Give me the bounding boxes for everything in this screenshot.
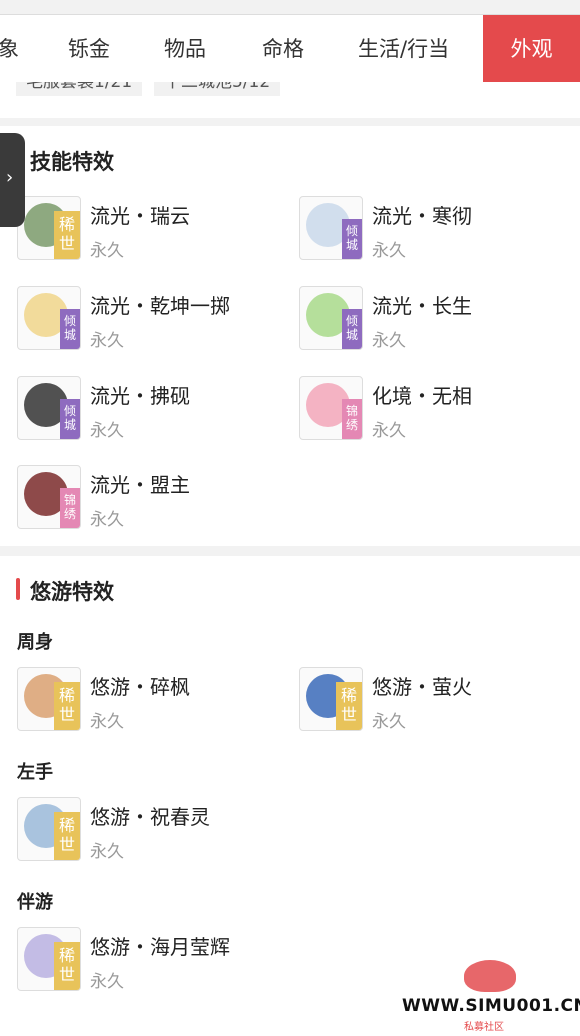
- tab-waiguan[interactable]: 外观: [483, 15, 580, 83]
- rarity-badge: 锦绣: [342, 399, 362, 439]
- item-name: 流光・乾坤一掷: [90, 294, 230, 318]
- watermark-logo-icon: [464, 960, 516, 992]
- scrolled-chip-row: 毛服套装1/21 十二城池5/12: [0, 82, 580, 118]
- tab-shenghuo[interactable]: 生活/行当: [358, 15, 449, 83]
- item-liuguang-qiankun[interactable]: 倾城 流光・乾坤一掷 永久: [17, 286, 277, 356]
- rarity-badge: 锦绣: [60, 488, 80, 528]
- item-name: 悠游・祝春灵: [90, 805, 210, 829]
- item-duration: 永久: [372, 712, 406, 732]
- group-label-zhoushen: 周身: [17, 632, 53, 653]
- rarity-badge: 稀世: [54, 942, 80, 990]
- skill-effects-section: 技能特效 稀世 流光・瑞云 永久 倾城 流光・寒彻 永久 倾城 流光・乾坤一掷 …: [0, 126, 580, 546]
- item-thumbnail: 稀世: [299, 667, 363, 731]
- item-name: 流光・长生: [372, 294, 472, 318]
- item-duration: 永久: [372, 331, 406, 351]
- item-duration: 永久: [90, 331, 124, 351]
- item-thumbnail: 锦绣: [299, 376, 363, 440]
- item-name: 流光・盟主: [90, 473, 190, 497]
- item-thumbnail: 倾城: [17, 376, 81, 440]
- tab-wupin[interactable]: 物品: [164, 15, 206, 83]
- item-liuguang-changsheng[interactable]: 倾城 流光・长生 永久: [299, 286, 559, 356]
- chevron-right-icon: ›: [6, 167, 14, 188]
- item-duration: 永久: [90, 241, 124, 261]
- item-thumbnail: 稀世: [17, 797, 81, 861]
- tab-shuojin[interactable]: 铄金: [68, 15, 110, 83]
- watermark: WWW.SIMU001.CN 私募社区: [402, 960, 580, 1033]
- rarity-badge: 倾城: [60, 399, 80, 439]
- item-duration: 永久: [372, 421, 406, 441]
- tab-mingge[interactable]: 命格: [262, 15, 304, 83]
- item-duration: 永久: [90, 972, 124, 992]
- group-label-zuoshou: 左手: [17, 762, 53, 783]
- item-liuguang-hanche[interactable]: 倾城 流光・寒彻 永久: [299, 196, 559, 266]
- rarity-badge: 倾城: [342, 219, 362, 259]
- item-liuguang-mengzhu[interactable]: 锦绣 流光・盟主 永久: [17, 465, 277, 535]
- item-liuguang-ruiyun[interactable]: 稀世 流光・瑞云 永久: [17, 196, 277, 266]
- rarity-badge: 倾城: [60, 309, 80, 349]
- item-name: 悠游・碎枫: [90, 675, 190, 699]
- item-duration: 永久: [372, 241, 406, 261]
- chip-costume[interactable]: 毛服套装1/21: [16, 82, 143, 96]
- item-youyou-haiyue[interactable]: 稀世 悠游・海月莹辉 永久: [17, 927, 277, 997]
- rarity-badge: 倾城: [342, 309, 362, 349]
- item-liuguang-fuyan[interactable]: 倾城 流光・拂砚 永久: [17, 376, 277, 446]
- item-duration: 永久: [90, 842, 124, 862]
- rarity-badge: 稀世: [336, 682, 362, 730]
- item-thumbnail: 倾城: [299, 196, 363, 260]
- section-accent-bar: [16, 578, 20, 600]
- rarity-badge: 稀世: [54, 812, 80, 860]
- item-duration: 永久: [90, 421, 124, 441]
- item-thumbnail: 稀世: [17, 196, 81, 260]
- item-name: 悠游・海月莹辉: [90, 935, 230, 959]
- item-duration: 永久: [90, 510, 124, 530]
- item-duration: 永久: [90, 712, 124, 732]
- item-name: 化境・无相: [372, 384, 472, 408]
- watermark-url: WWW.SIMU001.CN: [402, 996, 580, 1016]
- tab-bar: 象 铄金 物品 命格 生活/行当 外观: [0, 14, 580, 83]
- chip-cities[interactable]: 十二城池5/12: [154, 82, 281, 96]
- section-title: 悠游特效: [30, 580, 114, 604]
- rarity-badge: 稀世: [54, 682, 80, 730]
- tab-xiang[interactable]: 象: [0, 15, 19, 83]
- item-thumbnail: 倾城: [17, 286, 81, 350]
- item-name: 流光・瑞云: [90, 204, 190, 228]
- item-name: 流光・拂砚: [90, 384, 190, 408]
- group-label-banyou: 伴游: [17, 892, 53, 913]
- item-huajing-wuxiang[interactable]: 锦绣 化境・无相 永久: [299, 376, 559, 446]
- item-youyou-yinghuo[interactable]: 稀世 悠游・萤火 永久: [299, 667, 559, 737]
- item-name: 流光・寒彻: [372, 204, 472, 228]
- item-thumbnail: 倾城: [299, 286, 363, 350]
- rarity-badge: 稀世: [54, 211, 80, 259]
- watermark-subtitle: 私募社区: [464, 1022, 504, 1033]
- side-drawer-handle[interactable]: ›: [0, 133, 25, 227]
- item-thumbnail: 稀世: [17, 667, 81, 731]
- section-title: 技能特效: [30, 150, 114, 174]
- item-thumbnail: 稀世: [17, 927, 81, 991]
- item-name: 悠游・萤火: [372, 675, 472, 699]
- item-thumbnail: 锦绣: [17, 465, 81, 529]
- item-youyou-suifeng[interactable]: 稀世 悠游・碎枫 永久: [17, 667, 277, 737]
- item-youyou-zhuchunling[interactable]: 稀世 悠游・祝春灵 永久: [17, 797, 277, 867]
